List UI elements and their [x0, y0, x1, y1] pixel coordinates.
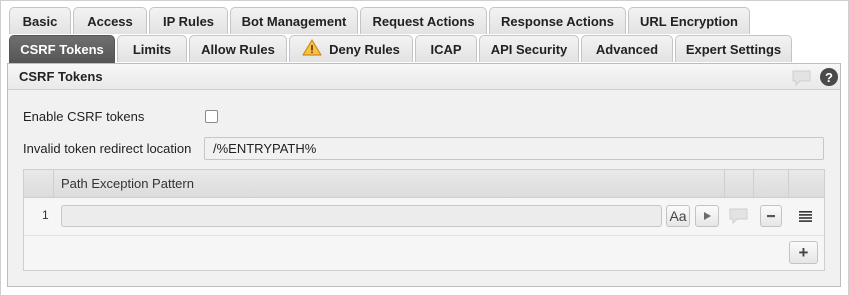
- path-exception-grid: Path Exception Pattern 1 Aa +: [23, 169, 825, 271]
- tab-response-actions[interactable]: Response Actions: [489, 7, 626, 34]
- redirect-location-label: Invalid token redirect location: [23, 141, 192, 156]
- case-sensitive-button[interactable]: Aa: [666, 205, 690, 227]
- panel-header: CSRF Tokens ?: [8, 64, 840, 90]
- comment-icon[interactable]: [792, 70, 811, 89]
- minus-icon: [766, 209, 776, 224]
- tab-access[interactable]: Access: [73, 7, 147, 34]
- warning-icon: [302, 39, 322, 59]
- tab-label: Response Actions: [501, 13, 614, 29]
- column-divider: [788, 170, 789, 197]
- drag-handle-icon[interactable]: [799, 210, 812, 225]
- column-divider: [53, 170, 54, 197]
- panel-title: CSRF Tokens: [19, 69, 103, 84]
- tab-label: Advanced: [595, 41, 659, 57]
- tab-icap[interactable]: ICAP: [415, 35, 477, 62]
- tab-api-security[interactable]: API Security: [479, 35, 579, 62]
- tab-url-encryption[interactable]: URL Encryption: [628, 7, 750, 34]
- tab-label: Limits: [132, 41, 172, 57]
- path-pattern-input[interactable]: [61, 205, 662, 227]
- tab-expert-settings[interactable]: Expert Settings: [675, 35, 792, 62]
- tab-advanced[interactable]: Advanced: [581, 35, 673, 62]
- play-icon: [702, 209, 712, 224]
- column-divider: [753, 170, 754, 197]
- tab-request-actions[interactable]: Request Actions: [360, 7, 487, 34]
- tab-label: Access: [87, 13, 133, 29]
- tab-csrf-tokens[interactable]: CSRF Tokens: [9, 35, 115, 63]
- tab-deny-rules[interactable]: Deny Rules: [289, 35, 413, 62]
- tab-label: Request Actions: [372, 13, 475, 29]
- comment-icon[interactable]: [729, 208, 748, 227]
- redirect-location-input[interactable]: [204, 137, 824, 160]
- tab-label: Bot Management: [241, 13, 347, 29]
- help-icon[interactable]: ?: [820, 68, 838, 86]
- tab-label: Basic: [22, 13, 58, 29]
- csrf-tokens-panel: CSRF Tokens ? Enable CSRF tokens Invalid…: [7, 63, 841, 287]
- plus-icon: +: [798, 242, 809, 262]
- tab-bot-management[interactable]: Bot Management: [230, 7, 358, 34]
- play-button[interactable]: [695, 205, 719, 227]
- column-header-path-exception: Path Exception Pattern: [61, 176, 194, 191]
- csrf-settings-window: Basic Access IP Rules Bot Management Req…: [0, 0, 849, 296]
- tab-label: Allow Rules: [201, 41, 275, 57]
- enable-csrf-checkbox[interactable]: [205, 110, 218, 123]
- tab-label: API Security: [490, 41, 568, 57]
- enable-csrf-label: Enable CSRF tokens: [23, 109, 145, 124]
- row-number: 1: [42, 208, 49, 222]
- tab-label: ICAP: [430, 41, 462, 57]
- tab-ip-rules[interactable]: IP Rules: [149, 7, 228, 34]
- tab-label: Deny Rules: [329, 41, 400, 57]
- tab-allow-rules[interactable]: Allow Rules: [189, 35, 287, 62]
- tab-label: URL Encryption: [640, 13, 738, 29]
- grid-header: Path Exception Pattern: [24, 170, 824, 198]
- tab-label: IP Rules: [162, 13, 215, 29]
- case-sensitive-label: Aa: [669, 208, 687, 224]
- add-row-button[interactable]: +: [789, 241, 818, 264]
- tab-basic[interactable]: Basic: [9, 7, 71, 34]
- row-divider: [24, 235, 824, 236]
- column-divider: [724, 170, 725, 197]
- remove-row-button[interactable]: [760, 205, 782, 227]
- tab-label: CSRF Tokens: [20, 42, 104, 57]
- tab-limits[interactable]: Limits: [117, 35, 187, 62]
- tab-label: Expert Settings: [685, 41, 782, 57]
